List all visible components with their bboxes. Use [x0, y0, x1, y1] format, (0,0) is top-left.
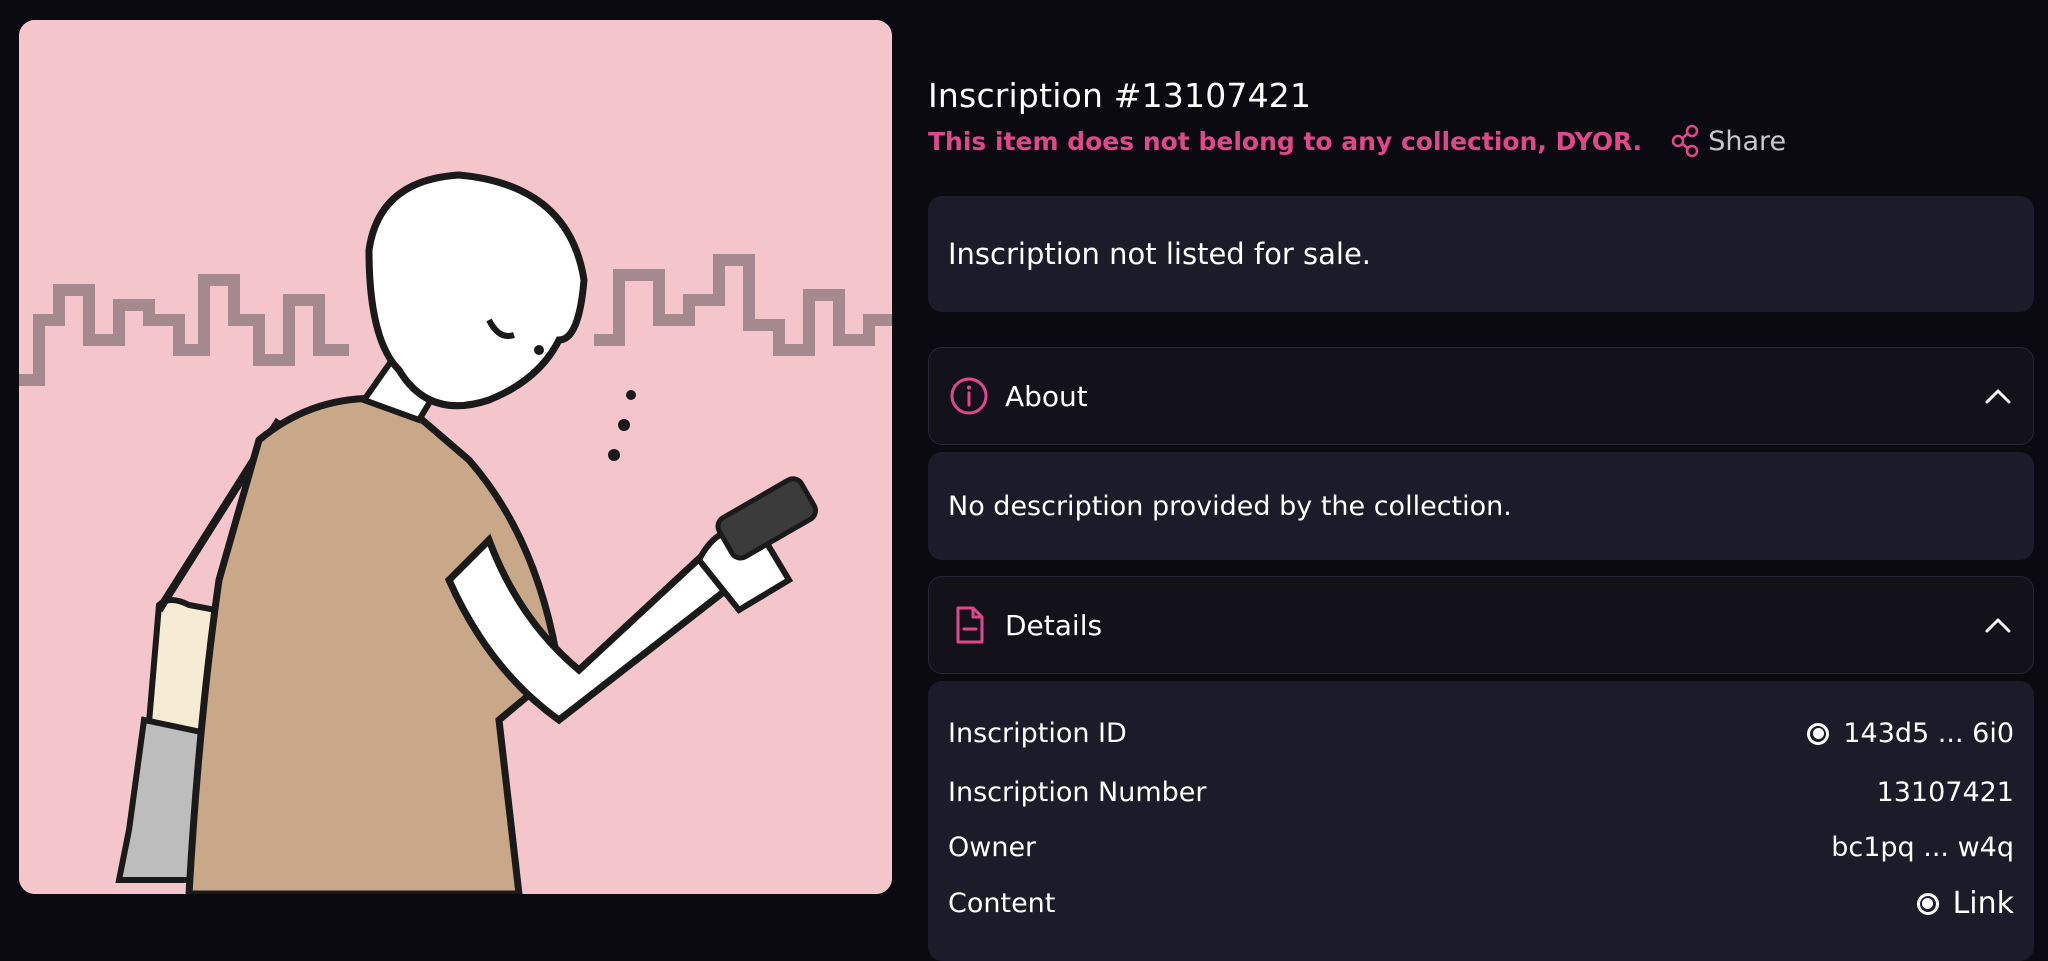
detail-label: Inscription ID: [948, 718, 1127, 749]
about-description: No description provided by the collectio…: [948, 490, 1512, 522]
info-icon: [950, 377, 988, 415]
about-heading: About: [1005, 379, 1088, 413]
detail-label: Content: [948, 888, 1056, 919]
about-description-panel: No description provided by the collectio…: [928, 452, 2034, 560]
radio-icon: [1916, 892, 1939, 915]
details-panel: Inscription ID 143d5 ... 6i0 Inscription…: [928, 681, 2034, 961]
chevron-up-icon[interactable]: [1983, 386, 2013, 406]
detail-value: Link: [1952, 886, 2014, 921]
about-section-header[interactable]: About: [928, 347, 2034, 445]
sale-status-panel: Inscription not listed for sale.: [928, 196, 2034, 312]
detail-label: Inscription Number: [948, 777, 1207, 808]
page-title: Inscription #13107421: [928, 76, 1312, 115]
content-link[interactable]: Link: [1916, 886, 2014, 921]
detail-label: Owner: [948, 832, 1037, 863]
share-button[interactable]: Share: [1670, 125, 1786, 157]
details-heading: Details: [1005, 608, 1103, 642]
artwork-illustration: [19, 20, 892, 894]
detail-row-inscription-number: Inscription Number 13107421: [948, 777, 2014, 808]
share-label: Share: [1708, 125, 1787, 157]
detail-row-content: Content Link: [948, 886, 2014, 921]
inscription-id-link[interactable]: 143d5 ... 6i0: [1807, 718, 2014, 749]
detail-value: 13107421: [1876, 777, 2014, 808]
detail-row-inscription-id: Inscription ID 143d5 ... 6i0: [948, 718, 2014, 749]
collection-warning: This item does not belong to any collect…: [928, 126, 1643, 156]
chevron-up-icon[interactable]: [1983, 615, 2013, 635]
detail-value: 143d5 ... 6i0: [1843, 718, 2014, 749]
detail-row-owner: Owner bc1pq ... w4q: [948, 832, 2014, 863]
owner-address[interactable]: bc1pq ... w4q: [1831, 832, 2014, 863]
share-icon: [1671, 125, 1699, 157]
inscription-artwork: [19, 20, 892, 894]
document-icon: [956, 606, 984, 644]
subtitle-row: This item does not belong to any collect…: [928, 123, 1786, 159]
sale-status-text: Inscription not listed for sale.: [948, 237, 1372, 271]
radio-icon: [1807, 722, 1830, 745]
details-section-header[interactable]: Details: [928, 576, 2034, 674]
